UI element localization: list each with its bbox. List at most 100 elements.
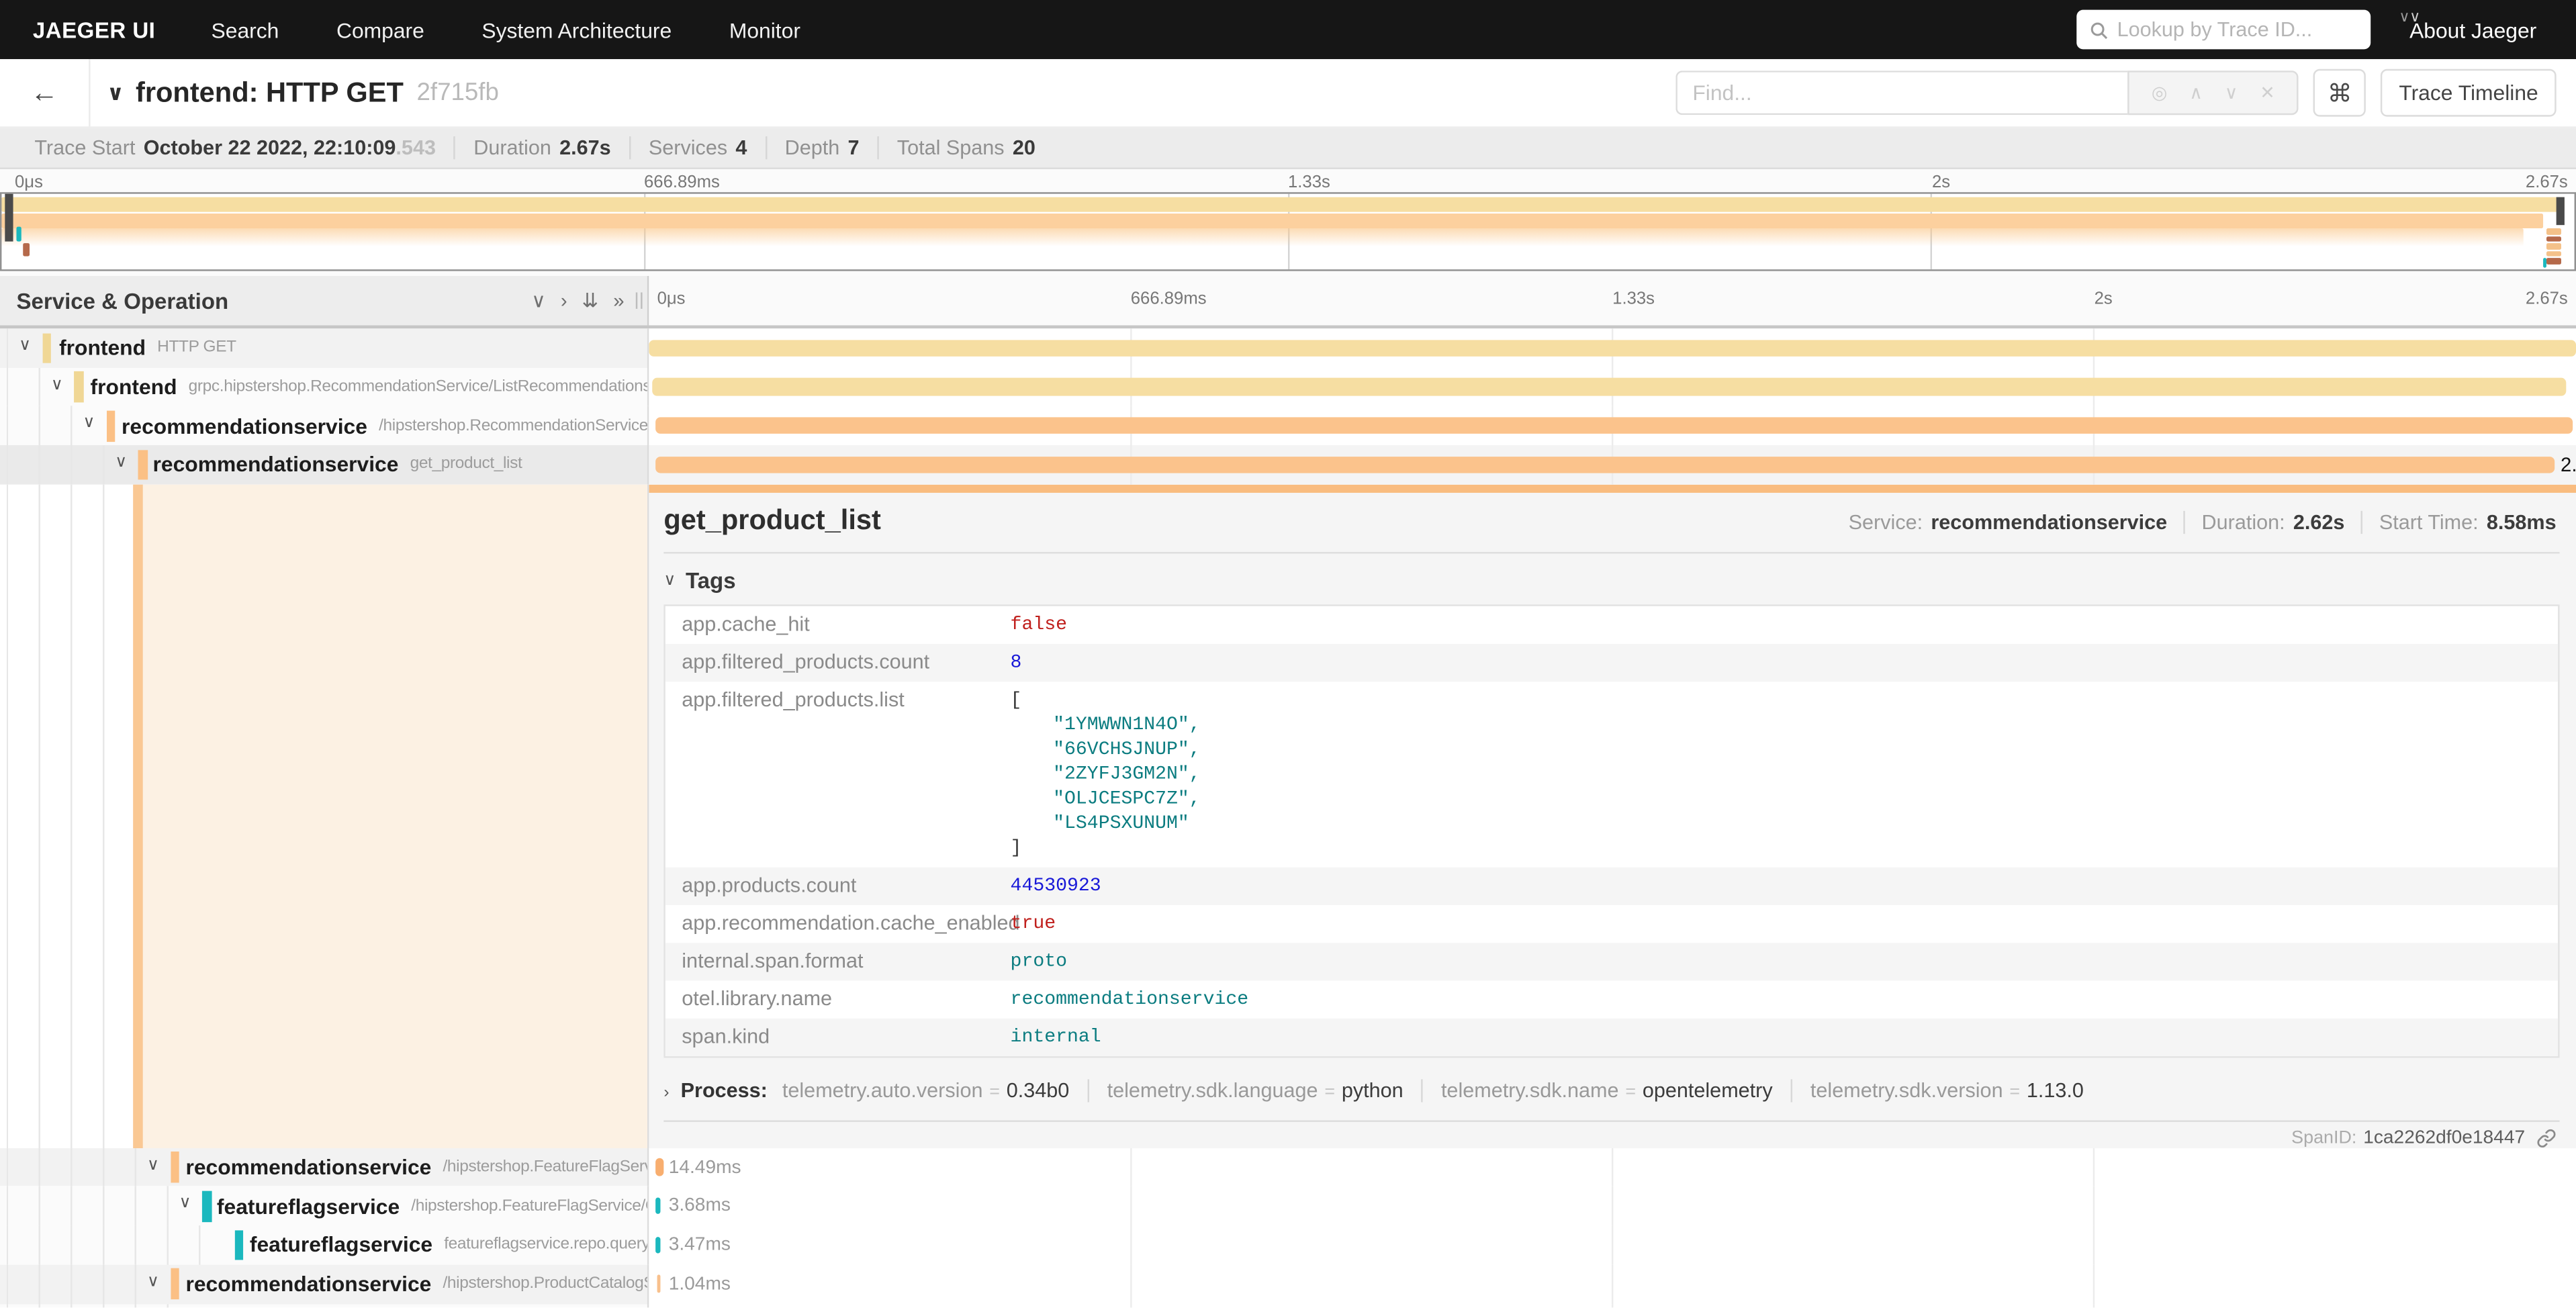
find-controls: ◎ ∧ ∨ ✕ (2128, 71, 2299, 115)
span-bar[interactable] (655, 417, 2572, 434)
minimap-span-fade (1, 228, 2522, 246)
nav-item-monitor[interactable]: Monitor (729, 17, 800, 42)
timeline-ticks-header: 0μs 666.89ms 1.33s 2s 2.67s (649, 276, 2576, 325)
minimap-right-drag-handle[interactable] (2557, 196, 2565, 224)
focus-target-icon[interactable]: ◎ (2152, 82, 2168, 103)
span-duration-label: 2.62s (2561, 453, 2576, 476)
collapse-one-icon[interactable]: ∨ (531, 289, 546, 312)
timeline-tick: 2s (2095, 289, 2113, 309)
find-next-icon[interactable]: ∨ (2225, 82, 2238, 103)
span-color-band (138, 449, 147, 480)
find-input[interactable]: Find... (1676, 71, 2128, 115)
minimap-span-bar (1, 214, 2543, 228)
span-row[interactable]: ∨ frontend HTTP GET (0, 328, 2576, 367)
span-bar[interactable] (656, 1236, 660, 1254)
about-jaeger-menu[interactable]: About Jaeger ∨ (2409, 17, 2536, 42)
chevron-down-icon[interactable]: ∨ (83, 414, 95, 432)
chevron-down-icon: ∨ (2399, 8, 2409, 26)
span-bar[interactable] (655, 456, 2555, 473)
minimap-tick: 2.67s (2526, 173, 2568, 192)
find-clear-icon[interactable]: ✕ (2260, 82, 2275, 103)
keyboard-shortcuts-button[interactable]: ⌘ (2313, 69, 2366, 117)
chevron-down-icon[interactable]: ∨ (147, 1156, 159, 1174)
deep-link-icon[interactable] (2536, 1129, 2556, 1148)
tag-row[interactable]: app.filtered_products.count 8 (665, 645, 2558, 682)
timeline-tick: 1.33s (1612, 289, 1655, 309)
tree-controls: ∨ › ⇊ » (531, 289, 624, 312)
stat-trace-start: Trace Start October 22 2022, 22:10:09 .5… (16, 136, 455, 159)
column-resizer-handle[interactable] (636, 292, 643, 308)
trace-minimap: 0μs 666.89ms 1.33s 2s 2.67s (0, 169, 2576, 276)
nav-item-system-architecture[interactable]: System Architecture (481, 17, 672, 42)
minimap-tick: 1.33s (1288, 173, 1330, 192)
span-bar[interactable] (655, 1158, 663, 1176)
span-color-band (234, 1229, 243, 1260)
chevron-down-icon[interactable]: ∨ (179, 1195, 191, 1213)
search-icon (2089, 21, 2107, 39)
jaeger-trace-page: JAEGER UI Search Compare System Architec… (0, 0, 2576, 1307)
span-detail-title: get_product_list (663, 505, 881, 538)
minimap-canvas[interactable] (0, 192, 2576, 271)
tag-row[interactable]: app.cache_hit false (665, 606, 2558, 644)
span-bar[interactable] (655, 1197, 659, 1215)
span-color-band (202, 1191, 211, 1222)
find-prev-icon[interactable]: ∧ (2189, 82, 2203, 103)
collapse-trace-icon[interactable]: ∨ (107, 80, 124, 106)
tag-row[interactable]: app.products.count 44530923 (665, 868, 2558, 905)
span-color-band (42, 332, 50, 363)
minimap-span-tick-brown (23, 243, 29, 256)
find-group: Find... ◎ ∧ ∨ ✕ (1676, 71, 2299, 115)
tags-section-toggle[interactable]: ∨ Tags (663, 569, 2559, 594)
span-row[interactable]: ∨ recommendationservice /hipstershop.Pro… (0, 1264, 2576, 1303)
span-row-selected[interactable]: ∨ recommendationservice get_product_list… (0, 445, 2576, 484)
collapse-all-icon[interactable]: ⇊ (582, 289, 599, 312)
trace-view-selector[interactable]: Trace Timeline ∨ (2381, 69, 2556, 117)
chevron-down-icon[interactable]: ∨ (147, 1273, 159, 1291)
tag-row[interactable]: app.recommendation.cache_enabled true (665, 906, 2558, 943)
span-color-band (170, 1152, 179, 1183)
chevron-down-icon[interactable]: ∨ (51, 375, 63, 393)
minimap-tick: 666.89ms (644, 173, 720, 192)
span-row[interactable]: ∨ featureflagservice /hipstershop.Featur… (0, 1186, 2576, 1225)
tags-table: app.cache_hit false app.filtered_product… (663, 605, 2559, 1058)
trace-header: ← ∨ frontend: HTTP GET 2f715fb Find... ◎… (0, 59, 2576, 128)
span-bar[interactable] (653, 378, 2567, 395)
trace-lookup-input[interactable]: Lookup by Trace ID... (2076, 10, 2370, 50)
tag-row[interactable]: otel.library.name recommendationservice (665, 981, 2558, 1019)
span-rows: ∨ frontend HTTP GET ∨ frontend grpc.hips… (0, 328, 2576, 1307)
minimap-left-drag-handle[interactable] (5, 194, 12, 242)
expand-one-icon[interactable]: › (561, 289, 567, 312)
tag-row[interactable]: internal.span.format proto (665, 943, 2558, 981)
trace-stats-bar: Trace Start October 22 2022, 22:10:09 .5… (0, 128, 2576, 169)
span-row[interactable]: ∨ recommendationservice /hipstershop.Fea… (0, 1148, 2576, 1186)
span-row[interactable]: ∨ recommendationservice /hipstershop.Rec… (0, 406, 2576, 445)
trace-title: frontend: HTTP GET (136, 77, 404, 109)
expand-all-icon[interactable]: » (613, 289, 624, 312)
minimap-tail-bar (2546, 228, 2561, 234)
minimap-tail-bar (2546, 236, 2561, 242)
span-duration-label: 3.68ms (669, 1197, 731, 1216)
chevron-down-icon[interactable]: ∨ (115, 453, 127, 471)
service-operation-header: Service & Operation ∨ › ⇊ » (0, 276, 649, 325)
minimap-tick-labels: 0μs 666.89ms 1.33s 2s 2.67s (0, 169, 2576, 192)
tag-row[interactable]: app.filtered_products.list [ "1YMWWN1N4O… (665, 682, 2558, 868)
chevron-down-icon: ∨ (2409, 8, 2420, 26)
span-id-value: 1ca2262df0e18447 (2363, 1129, 2525, 1148)
process-section-toggle[interactable]: › Process: telemetry.auto.version=0.34b0… (663, 1080, 2559, 1103)
chevron-right-icon: › (663, 1084, 669, 1103)
nav-item-compare[interactable]: Compare (336, 17, 424, 42)
span-bar[interactable] (649, 339, 2576, 357)
back-button[interactable]: ← (0, 59, 91, 126)
trace-id-short: 2f715fb (416, 79, 498, 107)
span-row-partial[interactable] (0, 1303, 2576, 1307)
minimap-span-bar (1, 197, 2564, 212)
span-row[interactable]: featureflagservice featureflagservice.re… (0, 1225, 2576, 1264)
tag-row[interactable]: span.kind internal (665, 1019, 2558, 1056)
timeline-grid-header: Service & Operation ∨ › ⇊ » 0μs 666.89ms… (0, 276, 2576, 328)
chevron-down-icon[interactable]: ∨ (19, 337, 31, 355)
timeline-tick: 0μs (657, 289, 686, 309)
app-brand[interactable]: JAEGER UI (33, 17, 155, 42)
span-bar[interactable] (657, 1275, 661, 1293)
nav-item-search[interactable]: Search (212, 17, 279, 42)
span-row[interactable]: ∨ frontend grpc.hipstershop.Recommendati… (0, 367, 2576, 406)
